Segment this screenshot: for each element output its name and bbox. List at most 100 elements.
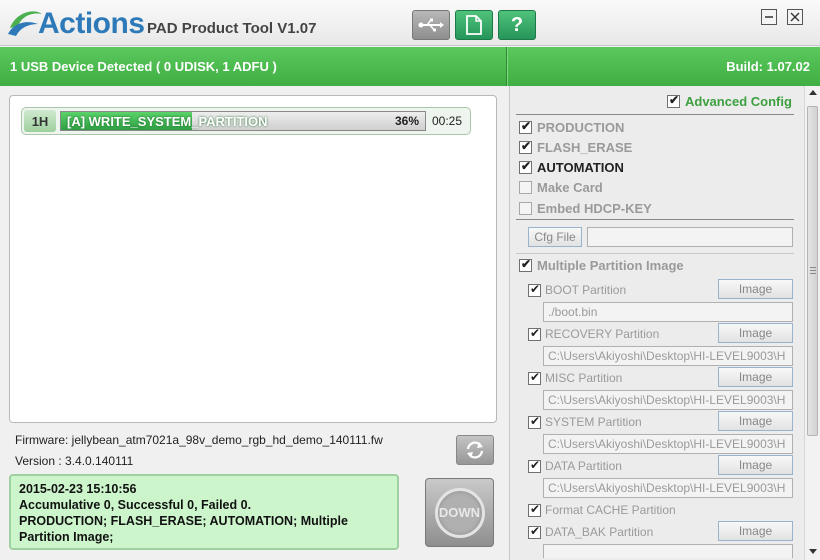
misc-image-button[interactable]: Image [718, 367, 793, 387]
multiple-partition-label: Multiple Partition Image [537, 258, 684, 273]
firmware-label: Firmware: jellybean_atm7021a_98v_demo_rg… [15, 433, 383, 447]
cfg-file-button[interactable]: Cfg File [528, 227, 582, 247]
data-path-field[interactable]: C:\Users\Akiyoshi\Desktop\HI-LEVEL9003\H [543, 478, 793, 498]
automation-checkbox[interactable]: AUTOMATION [519, 159, 624, 175]
config-panel: Advanced Config PRODUCTION FLASH_ERASE A… [509, 86, 820, 560]
embed-hdcp-label: Embed HDCP-KEY [537, 201, 652, 216]
left-panel: 1H [A] WRITE_SYSTEM_PARTITION 36% 00:25 … [0, 86, 506, 560]
data-partition-checkbox[interactable]: DATA Partition [528, 458, 622, 473]
download-label: DOWN [438, 505, 481, 520]
progress-task-label: [A] WRITE_SYSTEM_PARTITION [67, 114, 268, 129]
elapsed-time: 00:25 [432, 114, 463, 128]
logo-text: Actions [38, 7, 145, 40]
automation-check-icon [519, 159, 532, 174]
multiple-partition-check-icon [519, 257, 532, 272]
boot-partition-check-icon [528, 282, 541, 297]
recovery-partition-checkbox[interactable]: RECOVERY Partition [528, 326, 660, 341]
format-cache-label: Format CACHE Partition [545, 503, 676, 517]
recovery-image-button[interactable]: Image [718, 323, 793, 343]
divider [516, 253, 794, 254]
advanced-config-checkbox[interactable]: Advanced Config [667, 93, 792, 109]
progress-bar: [A] WRITE_SYSTEM_PARTITION 36% [60, 111, 426, 131]
close-button[interactable] [787, 9, 803, 25]
log-summary: Accumulative 0, Successful 0, Failed 0. [19, 498, 252, 512]
log-options: PRODUCTION; FLASH_ERASE; AUTOMATION; Mul… [19, 514, 348, 544]
usb-icon [418, 18, 444, 32]
advanced-config-label: Advanced Config [685, 94, 792, 109]
production-checkbox[interactable]: PRODUCTION [519, 119, 625, 135]
data-bak-partition-label: DATA_BAK Partition [545, 525, 654, 539]
flash-erase-label: FLASH_ERASE [537, 140, 633, 155]
download-button[interactable]: DOWN [425, 478, 494, 547]
system-partition-label: SYSTEM Partition [545, 415, 642, 429]
make-card-label: Make Card [537, 180, 603, 195]
recovery-path-field[interactable]: C:\Users\Akiyoshi\Desktop\HI-LEVEL9003\H [543, 346, 793, 366]
help-button[interactable]: ? [498, 10, 536, 40]
device-row[interactable]: 1H [A] WRITE_SYSTEM_PARTITION 36% 00:25 [21, 107, 471, 135]
progress-percent: 36% [394, 114, 419, 128]
advanced-config-check-icon [667, 93, 680, 108]
data-partition-label: DATA Partition [545, 459, 622, 473]
config-scrollbar[interactable] [804, 86, 820, 560]
boot-partition-checkbox[interactable]: BOOT Partition [528, 282, 627, 297]
device-count-status: 1 USB Device Detected ( 0 UDISK, 1 ADFU … [10, 59, 277, 74]
data-bak-path-field[interactable] [543, 544, 793, 558]
system-image-button[interactable]: Image [718, 411, 793, 431]
usb-button[interactable] [412, 10, 450, 40]
data-bak-partition-checkbox[interactable]: DATA_BAK Partition [528, 524, 654, 539]
refresh-button[interactable] [456, 435, 494, 465]
app-title: PAD Product Tool V1.07 [147, 20, 317, 37]
data-partition-check-icon [528, 458, 541, 473]
misc-path-field[interactable]: C:\Users\Akiyoshi\Desktop\HI-LEVEL9003\H [543, 390, 793, 410]
divider [516, 219, 794, 220]
system-partition-check-icon [528, 414, 541, 429]
open-file-button[interactable] [455, 10, 493, 40]
flash-erase-check-icon [519, 139, 532, 154]
data-bak-partition-check-icon [528, 524, 541, 539]
log-timestamp: 2015-02-23 15:10:56 [19, 482, 137, 496]
scroll-down-icon[interactable] [809, 549, 817, 554]
make-card-checkbox[interactable]: Make Card [519, 180, 603, 195]
format-cache-checkbox[interactable]: Format CACHE Partition [528, 502, 676, 517]
boot-image-button[interactable]: Image [718, 279, 793, 299]
embed-hdcp-check-icon [519, 202, 532, 215]
production-check-icon [519, 119, 532, 134]
status-divider [506, 47, 508, 86]
document-icon [466, 15, 482, 35]
data-bak-image-button[interactable]: Image [718, 521, 793, 541]
refresh-icon [466, 441, 484, 459]
version-label: Version : 3.4.0.140111 [15, 454, 134, 468]
status-bar: 1 USB Device Detected ( 0 UDISK, 1 ADFU … [0, 47, 820, 86]
recovery-partition-label: RECOVERY Partition [545, 327, 660, 341]
close-icon [790, 12, 800, 22]
log-panel: 2015-02-23 15:10:56 Accumulative 0, Succ… [9, 474, 399, 550]
data-image-button[interactable]: Image [718, 455, 793, 475]
actions-logo: Actions [6, 4, 146, 42]
boot-partition-label: BOOT Partition [545, 283, 627, 297]
production-label: PRODUCTION [537, 120, 625, 135]
boot-path-field[interactable]: ./boot.bin [543, 302, 793, 322]
build-label: Build: 1.07.02 [726, 59, 810, 74]
scroll-thumb[interactable] [807, 106, 818, 436]
make-card-check-icon [519, 181, 532, 194]
system-path-field[interactable]: C:\Users\Akiyoshi\Desktop\HI-LEVEL9003\H [543, 434, 793, 454]
minimize-icon [765, 16, 773, 18]
misc-partition-label: MISC Partition [545, 371, 623, 385]
recovery-partition-check-icon [528, 326, 541, 341]
minimize-button[interactable] [761, 9, 777, 25]
misc-partition-checkbox[interactable]: MISC Partition [528, 370, 623, 385]
device-list: 1H [A] WRITE_SYSTEM_PARTITION 36% 00:25 [9, 95, 497, 423]
system-partition-checkbox[interactable]: SYSTEM Partition [528, 414, 642, 429]
flash-erase-checkbox[interactable]: FLASH_ERASE [519, 139, 633, 155]
title-bar: Actions PAD Product Tool V1.07 ? [0, 0, 820, 46]
grip-icon [810, 267, 816, 274]
download-icon: DOWN [434, 487, 485, 538]
misc-partition-check-icon [528, 370, 541, 385]
divider [516, 114, 794, 115]
format-cache-check-icon [528, 502, 541, 517]
scroll-up-icon[interactable] [809, 90, 817, 95]
multiple-partition-checkbox[interactable]: Multiple Partition Image [519, 257, 684, 273]
device-id-badge: 1H [24, 110, 56, 132]
embed-hdcp-checkbox[interactable]: Embed HDCP-KEY [519, 201, 652, 216]
cfg-file-field[interactable] [587, 227, 793, 247]
